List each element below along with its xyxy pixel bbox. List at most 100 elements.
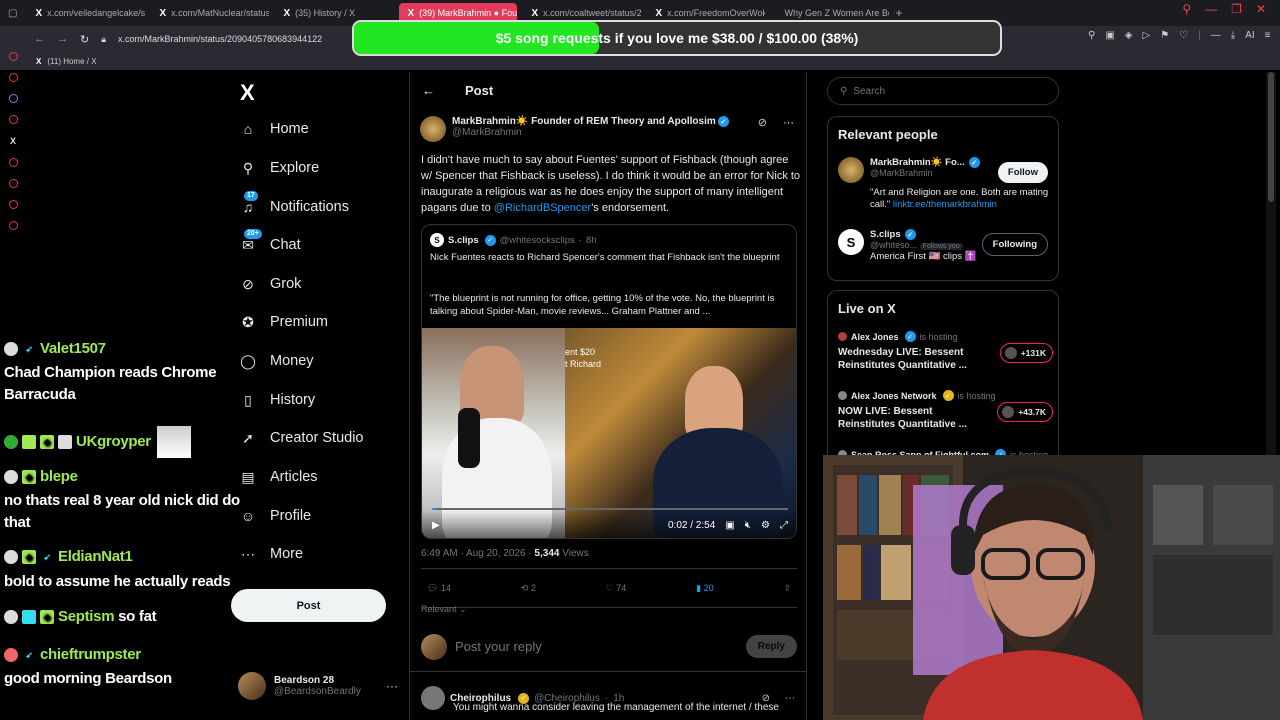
author-handle[interactable]: @MarkBrahmin (452, 127, 752, 138)
live-item[interactable]: Alex Jones ✓ is hosting Wednesday LIVE: Be… (838, 331, 1053, 372)
sidebar-icon[interactable] (8, 52, 18, 61)
nav-grok[interactable]: ⊘ Grok (240, 275, 301, 293)
verified-icon: ✓ (717, 116, 729, 127)
sidebar-icon[interactable] (8, 73, 18, 82)
reply-input[interactable]: Post your reply (455, 639, 542, 654)
chat-message: ◆ ➶ EldianNat1 (4, 548, 133, 565)
pin-icon[interactable]: ⚲ (1088, 30, 1095, 41)
search-icon[interactable]: ⚲ (1182, 2, 1191, 16)
back-arrow-icon[interactable]: ← (422, 83, 435, 98)
search-box[interactable]: ⚲ Search (827, 77, 1059, 105)
post-button[interactable]: Post (231, 589, 386, 622)
follow-button[interactable]: Follow (997, 162, 1048, 183)
chat-message: ➶ Valet1507 (4, 340, 106, 357)
more-icon: ⋯ (241, 545, 255, 562)
settings-icon[interactable] (8, 221, 18, 230)
live-title: Wednesday LIVE: Bessent Reinstitutes Qua… (838, 347, 967, 371)
page-title: Post (465, 82, 494, 98)
nav-history[interactable]: ▯ History (240, 392, 315, 409)
nav-explore[interactable]: ⚲ Explore (240, 160, 319, 177)
extension-icon[interactable]: ▣ (1105, 30, 1114, 41)
bio-link[interactable]: linktr.ee/themarkbrahmin (893, 199, 997, 210)
flag-icon[interactable]: ⚑ (1160, 30, 1169, 41)
nav-articles[interactable]: ▤ Articles (240, 469, 317, 486)
more-icon[interactable]: ⋯ (785, 693, 795, 704)
back-icon[interactable]: ← (34, 33, 45, 45)
reply-text: You might wanna consider leaving the man… (453, 702, 779, 713)
x-logo-icon: X (159, 7, 167, 19)
nav-notifications[interactable]: ♫ 17 Notifications (240, 191, 349, 215)
download-icon[interactable]: ⤓ (1231, 30, 1235, 41)
reply-action[interactable]: 💬︎ 14 (427, 583, 451, 594)
search-input[interactable]: Search (853, 86, 885, 97)
grok-icon[interactable]: ⊘ (758, 116, 767, 142)
webcam-feed (823, 455, 1280, 720)
minus-icon[interactable]: — (1211, 30, 1221, 41)
nav-money[interactable]: ◯ Money (240, 353, 313, 370)
restore-icon[interactable]: ❐ (1231, 2, 1242, 16)
sidebar-icon[interactable] (8, 158, 18, 167)
quote-age: 8h (585, 234, 597, 246)
browser-tab[interactable]: Xx.com/MatNuclear/status/ (151, 3, 269, 23)
nav-profile[interactable]: ☺ Profile (240, 508, 311, 524)
play-icon[interactable]: ▷ (1142, 30, 1150, 41)
share-icon[interactable]: ⇪ (783, 583, 791, 594)
captions-icon[interactable]: ▣ (725, 520, 734, 531)
video-player[interactable]: ent $20 t Richard ▶ 0:02 / 2:54 ▣ 🔇︎ ⚙ ⤢ (422, 328, 796, 538)
nav-creator-studio[interactable]: ➚ Creator Studio (240, 430, 363, 447)
fullscreen-icon[interactable]: ⤢ (780, 520, 788, 531)
live-item[interactable]: Alex Jones Network ✓ is hosting NOW LIVE: … (838, 390, 1053, 431)
following-button[interactable]: Following (981, 233, 1048, 256)
play-icon[interactable]: ▶ (432, 520, 440, 531)
x-home-logo[interactable]: X (240, 80, 255, 106)
like-action[interactable]: ♡ 74 (606, 583, 627, 594)
quoted-post[interactable]: S S.clips ✓ @whitesocksclips · 8h Nick Fu… (421, 224, 797, 539)
heart-icon[interactable]: ♡ (1179, 30, 1188, 41)
sidebar-icon[interactable] (8, 200, 18, 209)
new-tab-button[interactable]: + (895, 6, 902, 20)
avatar: S (838, 229, 864, 255)
chat-text: bold to assume he actually reads (4, 573, 231, 590)
account-switcher[interactable]: Beardson 28 @BeardsonBeardly ··· (238, 670, 398, 702)
ai-button[interactable]: AI (1245, 30, 1254, 41)
browser-tab[interactable]: Xx.com/veiledangelcake/sta (27, 3, 145, 23)
x-logo-icon[interactable]: X (10, 136, 16, 146)
nav-more[interactable]: ⋯ More (240, 545, 303, 563)
minimize-icon[interactable]: — (1205, 2, 1217, 16)
grok-icon: ⊘ (242, 275, 254, 292)
avatar[interactable] (420, 116, 446, 142)
close-icon[interactable]: ✕ (1256, 2, 1266, 16)
live-host: Alex Jones Network ✓ is hosting (838, 390, 1053, 401)
url-field[interactable]: x.com/MarkBrahmin/status/209040578068394… (118, 34, 322, 44)
nav-chat[interactable]: ✉ 20+ Chat (240, 229, 301, 253)
mention-link[interactable]: @RichardBSpencer (494, 202, 591, 214)
author-name[interactable]: MarkBrahmin☀️ Founder of REM Theory and … (452, 116, 716, 127)
percent-icon[interactable] (8, 115, 18, 124)
reply-item[interactable]: Cheirophilus ✓ @Cheirophilus · 1h ⊘ ⋯ You… (421, 686, 801, 713)
more-icon[interactable]: ··· (386, 679, 398, 693)
video-time: 0:02 / 2:54 (668, 519, 716, 531)
reply-sort[interactable]: Relevant ⌄ (421, 604, 467, 615)
reload-icon[interactable]: ↻ (80, 33, 89, 46)
clock-icon[interactable] (8, 179, 18, 188)
tab-list-icon[interactable]: ▢ (8, 8, 17, 19)
forward-icon[interactable]: → (57, 33, 68, 45)
post-text: I didn't have much to say about Fuentes'… (421, 154, 801, 214)
twitch-icon[interactable] (8, 94, 18, 103)
shield-icon[interactable]: ◈ (1125, 30, 1133, 41)
scrollbar-thumb[interactable] (1268, 72, 1274, 202)
mute-icon[interactable]: 🔇︎ (745, 520, 751, 531)
menu-icon[interactable]: ≡ (1265, 30, 1271, 41)
nav-premium[interactable]: ✪ Premium (240, 314, 328, 331)
nav-home[interactable]: ⌂ Home (240, 121, 309, 137)
more-icon[interactable]: ⋯ (783, 116, 794, 142)
verified-icon: ✓ (484, 234, 496, 246)
bookmark-action[interactable]: ▮ 20 (696, 583, 713, 594)
bookmark-home[interactable]: (11) Home / X (47, 57, 96, 66)
chat-text: good morning Beardson (4, 670, 172, 687)
reply-button[interactable]: Reply (745, 635, 797, 658)
heart-icon: ♡ (605, 582, 614, 593)
repost-action[interactable]: ⟲ 2 (521, 583, 536, 594)
chat-message: ◆ blepe (4, 468, 78, 485)
settings-icon[interactable]: ⚙ (761, 520, 770, 531)
